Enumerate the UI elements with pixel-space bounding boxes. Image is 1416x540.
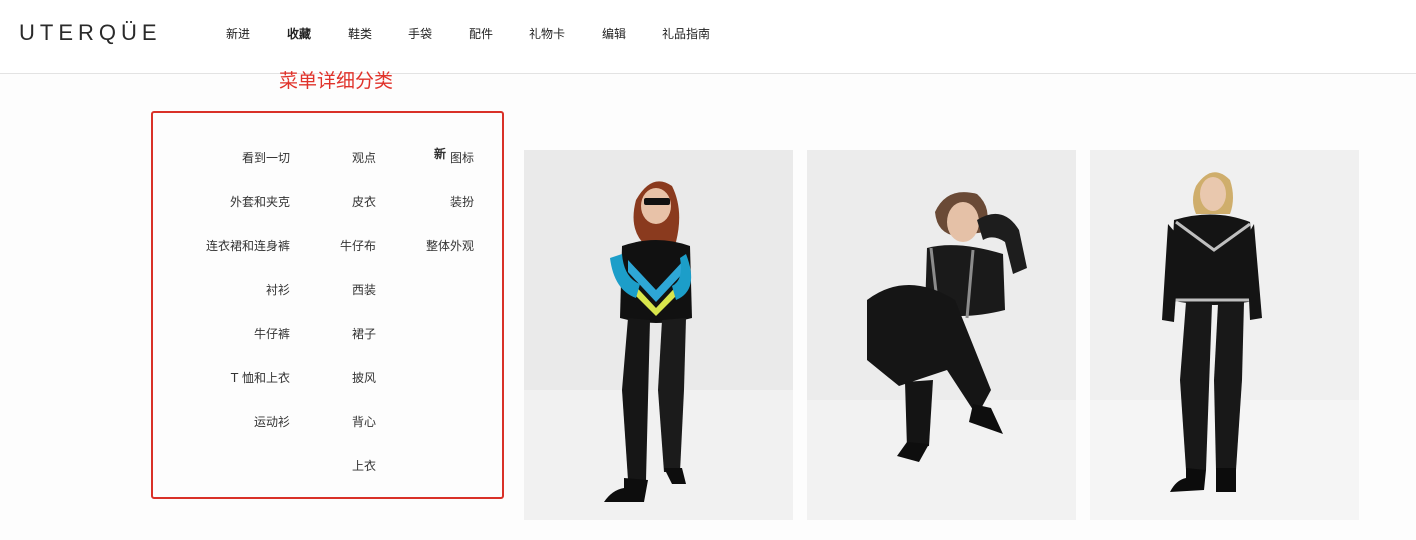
nav-item-accessories[interactable]: 配件 bbox=[469, 26, 493, 42]
nav-item-collection[interactable]: 收藏 bbox=[287, 26, 311, 42]
menu-highlight-box bbox=[151, 111, 504, 499]
menu-item-icons[interactable]: 新图标 bbox=[390, 147, 474, 166]
nav-item-shoes[interactable]: 鞋类 bbox=[348, 26, 372, 42]
menu-item-jeans[interactable]: 牛仔裤 bbox=[160, 326, 290, 342]
product-photo-3[interactable] bbox=[1090, 150, 1359, 520]
menu-item-dress-up[interactable]: 装扮 bbox=[390, 194, 474, 210]
new-badge: 新 bbox=[433, 147, 446, 161]
model-standing-sweater-image bbox=[524, 150, 793, 520]
menu-item-dresses-jumpsuits[interactable]: 连衣裙和连身裤 bbox=[160, 238, 290, 254]
model-standing-jacket-image bbox=[1090, 150, 1359, 520]
nav-item-new[interactable]: 新进 bbox=[226, 26, 250, 42]
menu-item-icons-label: 图标 bbox=[449, 151, 474, 165]
menu-item-shirts[interactable]: 衬衫 bbox=[160, 282, 290, 298]
nav-item-gift-card[interactable]: 礼物卡 bbox=[529, 26, 565, 42]
nav-item-editorial[interactable]: 编辑 bbox=[602, 26, 626, 42]
menu-item-viewpoint[interactable]: 观点 bbox=[300, 150, 376, 166]
menu-item-suits[interactable]: 西装 bbox=[300, 282, 376, 298]
product-photo-2[interactable] bbox=[807, 150, 1076, 520]
menu-item-skirts[interactable]: 裙子 bbox=[300, 326, 376, 342]
nav-item-gift-guide[interactable]: 礼品指南 bbox=[662, 26, 710, 42]
menu-item-tshirts-tops[interactable]: T 恤和上衣 bbox=[160, 370, 290, 386]
brand-logo[interactable]: UTERQÜE bbox=[19, 20, 162, 46]
product-photo-1[interactable] bbox=[524, 150, 793, 520]
menu-item-sweatshirts[interactable]: 运动衫 bbox=[160, 414, 290, 430]
menu-item-vests[interactable]: 背心 bbox=[300, 414, 376, 430]
menu-item-total-look[interactable]: 整体外观 bbox=[390, 238, 474, 254]
model-crouching-image bbox=[807, 150, 1076, 520]
menu-item-see-all[interactable]: 看到一切 bbox=[160, 150, 290, 166]
nav-item-bags[interactable]: 手袋 bbox=[408, 26, 432, 42]
menu-item-denim[interactable]: 牛仔布 bbox=[300, 238, 376, 254]
menu-item-capes[interactable]: 披风 bbox=[300, 370, 376, 386]
menu-item-leather[interactable]: 皮衣 bbox=[300, 194, 376, 210]
menu-annotation-label: 菜单详细分类 bbox=[279, 70, 394, 92]
menu-item-tops[interactable]: 上衣 bbox=[300, 458, 376, 474]
site-header: UTERQÜE 新进 收藏 鞋类 手袋 配件 礼物卡 编辑 礼品指南 bbox=[0, 0, 1416, 74]
menu-item-coats-jackets[interactable]: 外套和夹克 bbox=[160, 194, 290, 210]
